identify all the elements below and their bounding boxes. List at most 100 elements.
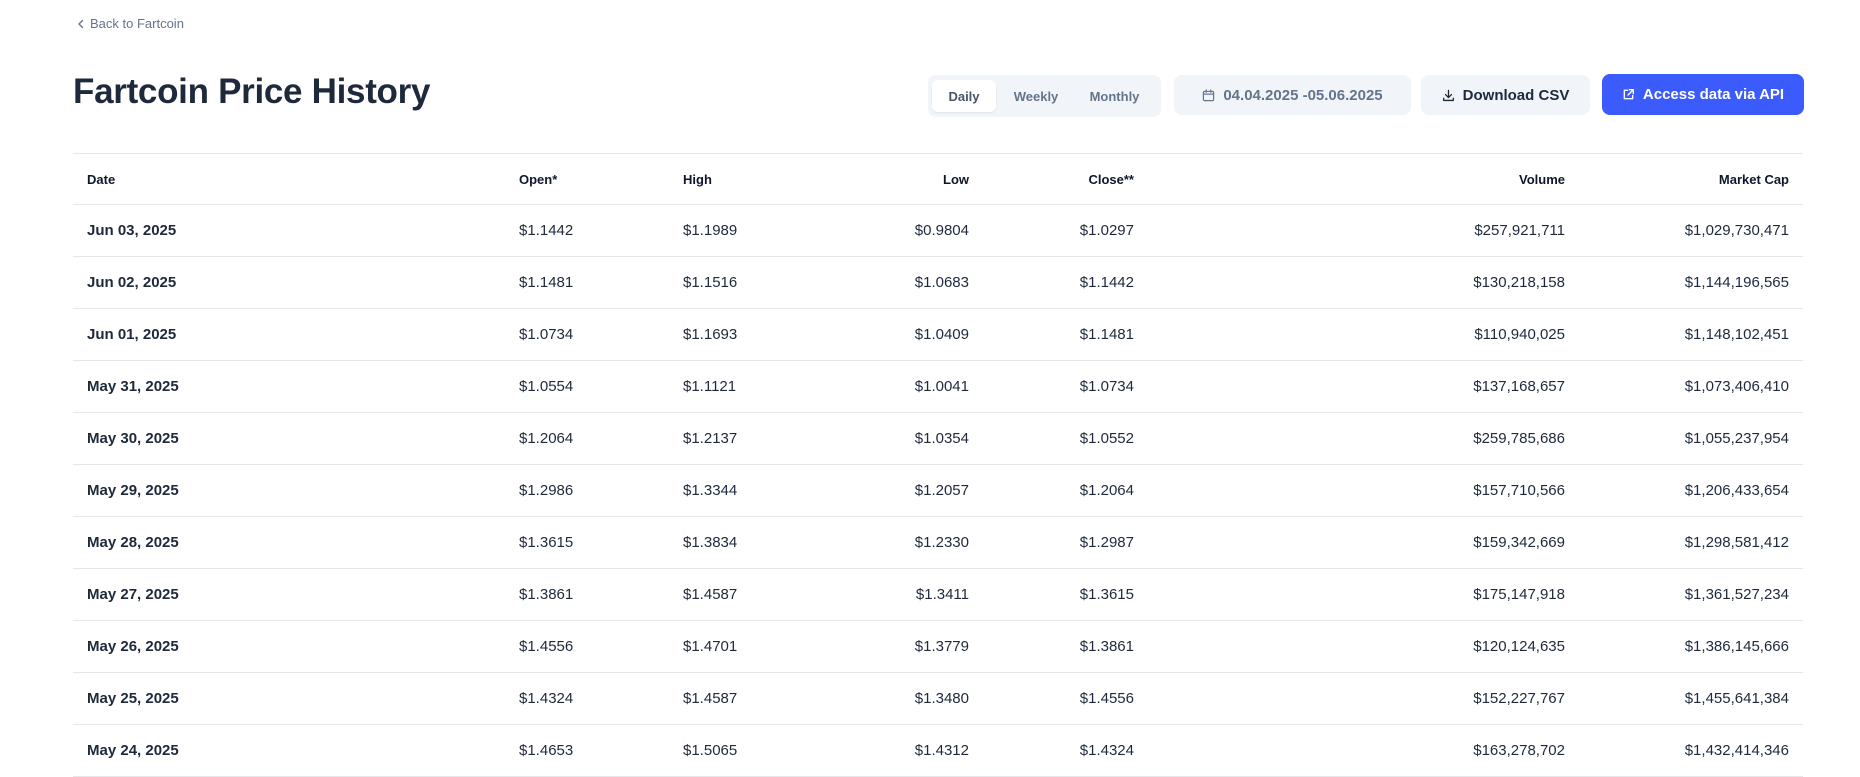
back-link-label: Back to Fartcoin bbox=[90, 16, 184, 31]
column-header-volume[interactable]: Volume bbox=[1148, 154, 1579, 205]
cell-high: $1.1121 bbox=[669, 360, 794, 413]
cell-close: $1.1442 bbox=[983, 256, 1148, 309]
cell-open: $1.4556 bbox=[505, 620, 669, 673]
cell-high: $1.1989 bbox=[669, 204, 794, 257]
cell-close: $1.2064 bbox=[983, 464, 1148, 517]
cell-close: $1.4556 bbox=[983, 672, 1148, 725]
cell-low: $1.0354 bbox=[794, 412, 983, 465]
column-header-high[interactable]: High bbox=[669, 154, 794, 205]
cell-high: $1.1516 bbox=[669, 256, 794, 309]
cell-low: $0.9804 bbox=[794, 204, 983, 257]
table-row: May 29, 2025 $1.2986 $1.3344 $1.2057 $1.2064… bbox=[73, 464, 1803, 517]
date-range-picker[interactable]: 04.04.2025 -05.06.2025 bbox=[1174, 75, 1411, 115]
access-api-button[interactable]: Access data via API bbox=[1602, 74, 1804, 115]
cell-date: May 26, 2025 bbox=[73, 620, 505, 673]
cell-volume: $257,921,711 bbox=[1148, 204, 1579, 257]
column-header-date[interactable]: Date bbox=[73, 154, 505, 205]
page-title: Fartcoin Price History bbox=[73, 72, 431, 111]
price-history-table-wrapper: Date Open* High Low Close** Volume Marke… bbox=[73, 153, 1803, 777]
table-row: May 24, 2025 $1.4653 $1.5065 $1.4312 $1.4324… bbox=[73, 724, 1803, 777]
cell-open: $1.0734 bbox=[505, 308, 669, 361]
table-row: Jun 01, 2025 $1.0734 $1.1693 $1.0409 $1.1481… bbox=[73, 308, 1803, 361]
cell-high: $1.3834 bbox=[669, 516, 794, 569]
cell-volume: $152,227,767 bbox=[1148, 672, 1579, 725]
cell-volume: $120,124,635 bbox=[1148, 620, 1579, 673]
cell-close: $1.3861 bbox=[983, 620, 1148, 673]
cell-market-cap: $1,361,527,234 bbox=[1579, 568, 1803, 621]
cell-volume: $175,147,918 bbox=[1148, 568, 1579, 621]
cell-open: $1.4653 bbox=[505, 724, 669, 777]
cell-date: May 28, 2025 bbox=[73, 516, 505, 569]
back-link[interactable]: Back to Fartcoin bbox=[76, 16, 184, 31]
cell-high: $1.2137 bbox=[669, 412, 794, 465]
cell-high: $1.4701 bbox=[669, 620, 794, 673]
cell-open: $1.1481 bbox=[505, 256, 669, 309]
column-header-open[interactable]: Open* bbox=[505, 154, 669, 205]
cell-volume: $130,218,158 bbox=[1148, 256, 1579, 309]
table-row: Jun 03, 2025 $1.1442 $1.1989 $0.9804 $1.0297… bbox=[73, 204, 1803, 257]
table-row: Jun 02, 2025 $1.1481 $1.1516 $1.0683 $1.1442… bbox=[73, 256, 1803, 309]
column-header-market-cap[interactable]: Market Cap bbox=[1579, 154, 1803, 205]
cell-low: $1.0683 bbox=[794, 256, 983, 309]
cell-open: $1.2986 bbox=[505, 464, 669, 517]
cell-market-cap: $1,148,102,451 bbox=[1579, 308, 1803, 361]
cell-low: $1.3779 bbox=[794, 620, 983, 673]
cell-date: May 29, 2025 bbox=[73, 464, 505, 517]
table-row: May 31, 2025 $1.0554 $1.1121 $1.0041 $1.0734… bbox=[73, 360, 1803, 413]
table-row: May 30, 2025 $1.2064 $1.2137 $1.0354 $1.0552… bbox=[73, 412, 1803, 465]
cell-low: $1.3411 bbox=[794, 568, 983, 621]
cell-market-cap: $1,029,730,471 bbox=[1579, 204, 1803, 257]
cell-high: $1.4587 bbox=[669, 568, 794, 621]
table-row: May 26, 2025 $1.4556 $1.4701 $1.3779 $1.3861… bbox=[73, 620, 1803, 673]
cell-volume: $259,785,686 bbox=[1148, 412, 1579, 465]
cell-date: May 30, 2025 bbox=[73, 412, 505, 465]
download-csv-label: Download CSV bbox=[1462, 86, 1570, 104]
cell-open: $1.1442 bbox=[505, 204, 669, 257]
cell-open: $1.0554 bbox=[505, 360, 669, 413]
cell-high: $1.3344 bbox=[669, 464, 794, 517]
cell-high: $1.4587 bbox=[669, 672, 794, 725]
cell-close: $1.0552 bbox=[983, 412, 1148, 465]
cell-close: $1.4324 bbox=[983, 724, 1148, 777]
cell-date: Jun 01, 2025 bbox=[73, 308, 505, 361]
cell-close: $1.3615 bbox=[983, 568, 1148, 621]
cell-market-cap: $1,386,145,666 bbox=[1579, 620, 1803, 673]
cell-high: $1.1693 bbox=[669, 308, 794, 361]
price-history-table: Date Open* High Low Close** Volume Marke… bbox=[73, 154, 1803, 777]
table-row: May 27, 2025 $1.3861 $1.4587 $1.3411 $1.3615… bbox=[73, 568, 1803, 621]
table-row: May 25, 2025 $1.4324 $1.4587 $1.3480 $1.4556… bbox=[73, 672, 1803, 725]
cell-volume: $163,278,702 bbox=[1148, 724, 1579, 777]
period-monthly-button[interactable]: Monthly bbox=[1076, 80, 1153, 112]
cell-volume: $110,940,025 bbox=[1148, 308, 1579, 361]
cell-date: Jun 03, 2025 bbox=[73, 204, 505, 257]
cell-low: $1.0409 bbox=[794, 308, 983, 361]
download-csv-button[interactable]: Download CSV bbox=[1421, 75, 1590, 115]
cell-date: May 27, 2025 bbox=[73, 568, 505, 621]
calendar-icon bbox=[1203, 88, 1215, 101]
cell-volume: $159,342,669 bbox=[1148, 516, 1579, 569]
table-row: May 28, 2025 $1.3615 $1.3834 $1.2330 $1.2987… bbox=[73, 516, 1803, 569]
cell-close: $1.2987 bbox=[983, 516, 1148, 569]
chevron-left-icon bbox=[78, 19, 84, 28]
column-header-low[interactable]: Low bbox=[794, 154, 983, 205]
cell-date: May 25, 2025 bbox=[73, 672, 505, 725]
table-header-row: Date Open* High Low Close** Volume Marke… bbox=[73, 154, 1803, 205]
cell-market-cap: $1,455,641,384 bbox=[1579, 672, 1803, 725]
column-header-close[interactable]: Close** bbox=[983, 154, 1148, 205]
cell-date: Jun 02, 2025 bbox=[73, 256, 505, 309]
cell-market-cap: $1,055,237,954 bbox=[1579, 412, 1803, 465]
cell-open: $1.4324 bbox=[505, 672, 669, 725]
price-history-page: Back to Fartcoin Fartcoin Price History … bbox=[0, 0, 1860, 777]
period-weekly-button[interactable]: Weekly bbox=[1000, 80, 1072, 112]
date-range-label: 04.04.2025 -05.06.2025 bbox=[1223, 86, 1383, 104]
period-daily-button[interactable]: Daily bbox=[932, 80, 996, 112]
access-api-label: Access data via API bbox=[1642, 86, 1785, 103]
cell-low: $1.0041 bbox=[794, 360, 983, 413]
cell-market-cap: $1,432,414,346 bbox=[1579, 724, 1803, 777]
cell-low: $1.4312 bbox=[794, 724, 983, 777]
cell-date: May 24, 2025 bbox=[73, 724, 505, 777]
external-link-icon bbox=[1623, 88, 1634, 100]
cell-date: May 31, 2025 bbox=[73, 360, 505, 413]
period-toggle: Daily Weekly Monthly bbox=[928, 75, 1161, 117]
table-header: Date Open* High Low Close** Volume Marke… bbox=[73, 154, 1803, 205]
